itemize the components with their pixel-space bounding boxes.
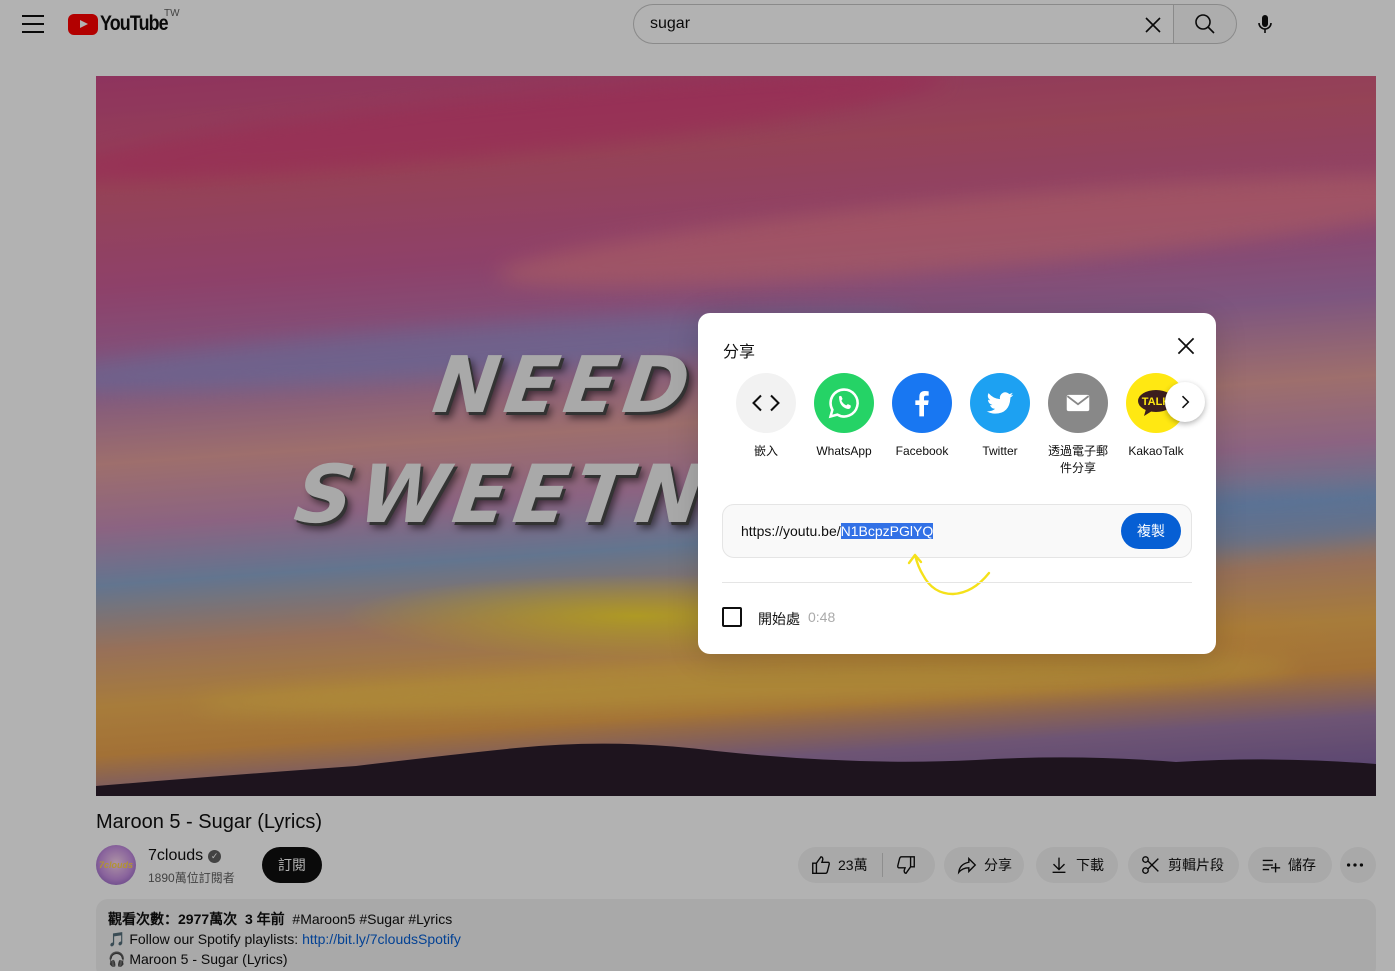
share-target-facebook[interactable]: Facebook [883,373,961,460]
share-target-label: WhatsApp [816,444,872,458]
close-icon[interactable] [1173,333,1199,359]
embed-icon [736,373,796,433]
share-target-label: 嵌入 [753,444,778,458]
share-url[interactable]: https://youtu.be/N1BcpzPGlYQ [741,523,934,539]
twitter-icon [970,373,1030,433]
share-targets: 嵌入 WhatsApp Facebook Twitter 透過電子郵件分享 TA… [727,373,1197,483]
share-target-twitter[interactable]: Twitter [961,373,1039,460]
share-target-label: Twitter [982,444,1018,458]
whatsapp-icon [814,373,874,433]
share-dialog-title: 分享 [723,344,756,361]
share-target-label: Facebook [895,444,949,458]
share-url-prefix: https://youtu.be/ [741,523,841,539]
chevron-right-icon [1181,395,1190,409]
facebook-icon [892,373,952,433]
copy-button[interactable]: 複製 [1121,513,1181,549]
share-target-email[interactable]: 透過電子郵件分享 [1039,373,1117,477]
share-targets-next-button[interactable] [1165,382,1205,422]
share-target-embed[interactable]: 嵌入 [727,373,805,460]
annotation-arrow-icon [907,553,991,596]
email-icon [1048,373,1108,433]
share-url-id-selected: N1BcpzPGlYQ [840,523,934,539]
start-at-checkbox[interactable] [722,607,742,627]
share-target-whatsapp[interactable]: WhatsApp [805,373,883,460]
start-at-label: 開始處 [758,611,800,627]
share-dialog: 分享 嵌入 WhatsApp Facebook Twitter 透過電子郵件分享… [698,313,1216,654]
share-target-label: KakaoTalk [1128,444,1184,458]
dialog-divider [722,582,1192,583]
share-target-label: 透過電子郵件分享 [1047,444,1108,475]
start-at-time[interactable]: 0:48 [808,609,835,625]
